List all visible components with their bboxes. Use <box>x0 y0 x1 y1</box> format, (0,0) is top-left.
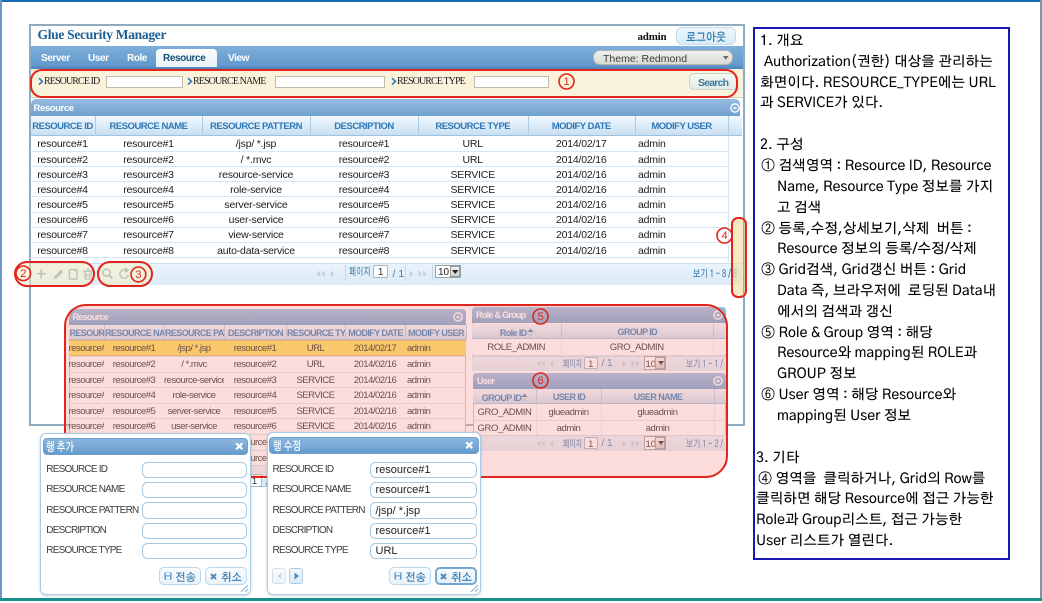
svg-text:6: 6 <box>537 375 543 387</box>
svg-text:3: 3 <box>135 269 141 281</box>
svg-text:5: 5 <box>537 311 543 323</box>
svg-text:2: 2 <box>21 268 27 280</box>
svg-text:4: 4 <box>721 230 727 242</box>
svg-text:1: 1 <box>563 76 569 88</box>
